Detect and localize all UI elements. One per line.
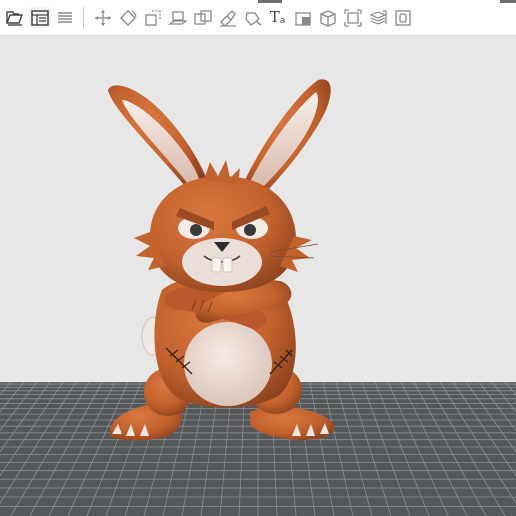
3d-viewport[interactable] bbox=[0, 37, 516, 516]
fit-view-icon[interactable] bbox=[342, 7, 364, 29]
move-icon[interactable] bbox=[92, 7, 114, 29]
scene-canvas[interactable] bbox=[0, 37, 516, 516]
layers-icon[interactable] bbox=[367, 7, 389, 29]
active-tab-indicator bbox=[258, 0, 282, 3]
layout-icon[interactable] bbox=[28, 6, 51, 29]
text-tool-sublabel: a bbox=[279, 15, 286, 26]
cut-icon[interactable] bbox=[192, 7, 214, 29]
active-tab-indicator-2 bbox=[500, 0, 516, 3]
rotate-icon[interactable] bbox=[117, 7, 139, 29]
seam-paint-icon[interactable] bbox=[242, 7, 264, 29]
cube-icon[interactable] bbox=[317, 7, 339, 29]
toolbar-separator bbox=[83, 6, 84, 29]
measure-icon[interactable] bbox=[292, 7, 314, 29]
text-tool-label: T bbox=[269, 8, 280, 26]
list-icon[interactable] bbox=[54, 7, 76, 29]
support-paint-icon[interactable] bbox=[217, 7, 239, 29]
text-icon[interactable]: Ta bbox=[267, 7, 289, 29]
object-icon[interactable] bbox=[392, 7, 414, 29]
top-toolbar: Ta bbox=[0, 0, 516, 36]
place-on-face-icon[interactable] bbox=[167, 7, 189, 29]
folder-open-icon[interactable] bbox=[4, 7, 26, 29]
scale-icon[interactable] bbox=[142, 7, 164, 29]
